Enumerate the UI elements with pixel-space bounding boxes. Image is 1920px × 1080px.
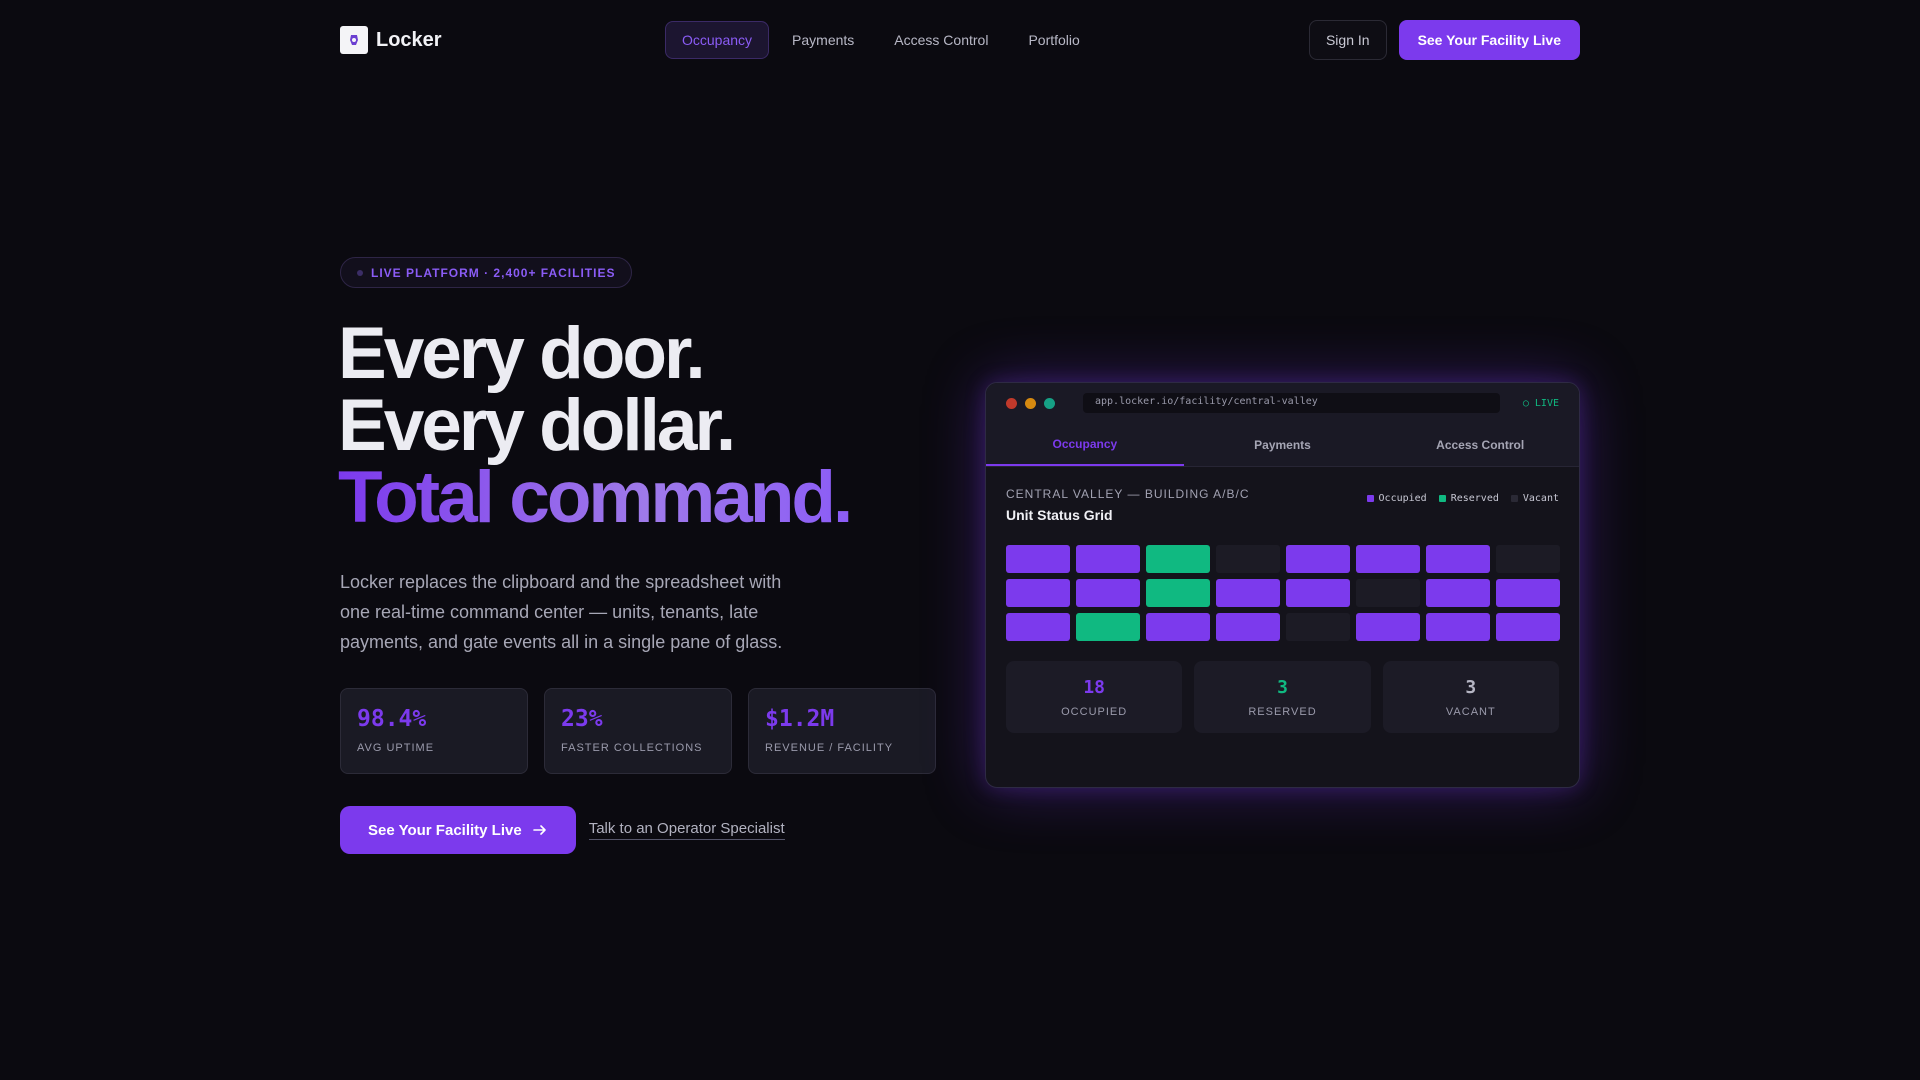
nav-link-portfolio[interactable]: Portfolio xyxy=(1011,21,1096,59)
close-dot-icon xyxy=(1006,397,1017,409)
unit-cell-occupied[interactable] xyxy=(1076,545,1140,573)
occupied-swatch-icon xyxy=(1366,495,1374,502)
legend-vacant: Vacant xyxy=(1510,493,1559,504)
count-value: 3 xyxy=(1277,676,1288,698)
nav-link-payments[interactable]: Payments xyxy=(775,21,871,59)
live-label: LIVE xyxy=(1534,397,1559,409)
unit-cell-reserved[interactable] xyxy=(1146,579,1210,607)
grid-header: CENTRAL VALLEY — BUILDING A/B/C Unit Sta… xyxy=(1006,487,1559,523)
unit-cell-reserved[interactable] xyxy=(1076,613,1140,641)
cta-row: See Your Facility Live Talk to an Operat… xyxy=(340,806,785,854)
nav-links: Occupancy Payments Access Control Portfo… xyxy=(665,21,1097,59)
see-facility-live-button-nav[interactable]: See Your Facility Live xyxy=(1398,20,1580,60)
status-legend: Occupied Reserved Vacant xyxy=(1366,493,1559,504)
stat-card-collections: 23% FASTER COLLECTIONS xyxy=(544,688,732,774)
unit-cell-occupied[interactable] xyxy=(1426,545,1490,573)
maximize-dot-icon xyxy=(1044,397,1055,409)
mock-tab-access-control[interactable]: Access Control xyxy=(1381,423,1579,466)
headline-line-2: Every dollar. xyxy=(338,385,736,466)
browser-bar: app.locker.io/facility/central-valley ○ … xyxy=(986,383,1579,423)
minimize-dot-icon xyxy=(1025,397,1036,409)
facility-location: CENTRAL VALLEY — BUILDING A/B/C xyxy=(1006,487,1250,501)
badge-text: LIVE PLATFORM · 2,400+ FACILITIES xyxy=(371,265,616,280)
stat-card-revenue: $1.2M REVENUE / FACILITY xyxy=(748,688,936,774)
stat-value: 23% xyxy=(561,706,603,732)
hero-description: Locker replaces the clipboard and the sp… xyxy=(340,572,783,652)
unit-cell-occupied[interactable] xyxy=(1356,613,1420,641)
stat-value: 98.4% xyxy=(357,706,427,732)
unit-cell-occupied[interactable] xyxy=(1006,579,1070,607)
unit-cell-occupied[interactable] xyxy=(1076,579,1140,607)
count-label: VACANT xyxy=(1445,705,1496,718)
see-facility-live-button[interactable]: See Your Facility Live xyxy=(340,806,576,854)
live-indicator: ○ LIVE xyxy=(1522,397,1559,409)
count-card-vacant: 3 VACANT xyxy=(1382,661,1559,733)
legend-reserved: Reserved xyxy=(1438,493,1499,504)
unit-cell-occupied[interactable] xyxy=(1496,579,1560,607)
headline-line-1: Every door. xyxy=(338,313,706,394)
unit-cell-occupied[interactable] xyxy=(1006,613,1070,641)
sign-in-button[interactable]: Sign In xyxy=(1308,20,1387,60)
mock-tabs: Occupancy Payments Access Control xyxy=(986,423,1579,467)
unit-cell-occupied[interactable] xyxy=(1286,579,1350,607)
stat-card-uptime: 98.4% AVG UPTIME xyxy=(340,688,528,774)
vacant-swatch-icon xyxy=(1510,495,1518,502)
legend-label: Reserved xyxy=(1450,493,1499,504)
unit-cell-occupied[interactable] xyxy=(1496,613,1560,641)
arrow-right-icon xyxy=(532,825,546,835)
locker-logo-icon xyxy=(340,26,368,54)
nav-link-access-control[interactable]: Access Control xyxy=(877,21,1005,59)
stats-row: 98.4% AVG UPTIME 23% FASTER COLLECTIONS … xyxy=(340,688,936,774)
stat-label: FASTER COLLECTIONS xyxy=(561,742,703,754)
unit-status-grid xyxy=(1006,545,1560,641)
count-value: 3 xyxy=(1465,676,1477,698)
unit-cell-reserved[interactable] xyxy=(1146,545,1210,573)
live-platform-badge: LIVE PLATFORM · 2,400+ FACILITIES xyxy=(340,257,633,288)
reserved-swatch-icon xyxy=(1438,495,1446,502)
hero-headline: Every door. Every dollar. Total command. xyxy=(338,313,853,538)
stat-value: $1.2M xyxy=(765,706,835,732)
count-card-reserved: 3 RESERVED xyxy=(1194,661,1371,733)
mock-tab-occupancy[interactable]: Occupancy xyxy=(986,423,1184,466)
unit-cell-occupied[interactable] xyxy=(1146,613,1210,641)
count-label: RESERVED xyxy=(1248,705,1317,718)
nav-actions: Sign In See Your Facility Live xyxy=(1308,20,1580,60)
count-card-occupied: 18 OCCUPIED xyxy=(1006,661,1183,733)
stat-label: REVENUE / FACILITY xyxy=(765,742,894,754)
url-bar: app.locker.io/facility/central-valley xyxy=(1083,393,1500,413)
top-nav: Locker Occupancy Payments Access Control… xyxy=(340,20,1580,60)
unit-cell-vacant[interactable] xyxy=(1286,613,1350,641)
count-label: OCCUPIED xyxy=(1061,705,1128,718)
mock-tab-payments[interactable]: Payments xyxy=(1184,423,1382,466)
unit-cell-occupied[interactable] xyxy=(1426,613,1490,641)
cta-label: See Your Facility Live xyxy=(368,821,522,839)
unit-cell-occupied[interactable] xyxy=(1216,579,1280,607)
unit-cell-occupied[interactable] xyxy=(1286,545,1350,573)
mock-body: CENTRAL VALLEY — BUILDING A/B/C Unit Sta… xyxy=(986,467,1579,753)
unit-cell-vacant[interactable] xyxy=(1496,545,1560,573)
unit-cell-vacant[interactable] xyxy=(1216,545,1280,573)
unit-cell-occupied[interactable] xyxy=(1356,545,1420,573)
headline-line-3: Total command. xyxy=(338,457,853,538)
talk-to-specialist-link[interactable]: Talk to an Operator Specialist xyxy=(588,820,785,840)
brand[interactable]: Locker xyxy=(340,26,442,54)
grid-title: Unit Status Grid xyxy=(1006,507,1113,523)
stat-label: AVG UPTIME xyxy=(357,742,435,754)
unit-counts: 18 OCCUPIED 3 RESERVED 3 VACANT xyxy=(1006,661,1559,733)
brand-name: Locker xyxy=(376,28,442,51)
legend-occupied: Occupied xyxy=(1366,493,1427,504)
unit-cell-occupied[interactable] xyxy=(1006,545,1070,573)
nav-link-occupancy[interactable]: Occupancy xyxy=(665,21,770,59)
unit-cell-occupied[interactable] xyxy=(1426,579,1490,607)
status-dot-icon xyxy=(357,269,363,276)
unit-cell-occupied[interactable] xyxy=(1216,613,1280,641)
legend-label: Occupied xyxy=(1378,493,1427,504)
unit-cell-vacant[interactable] xyxy=(1356,579,1420,607)
count-value: 18 xyxy=(1083,676,1105,698)
app-preview-window: app.locker.io/facility/central-valley ○ … xyxy=(985,382,1580,788)
legend-label: Vacant xyxy=(1522,493,1559,504)
